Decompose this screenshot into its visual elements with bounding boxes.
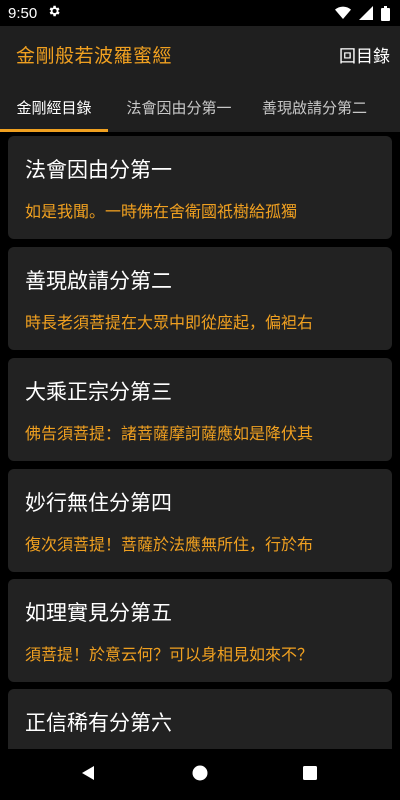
home-icon[interactable] [192,765,208,785]
navigation-bar [0,749,400,800]
chapter-title: 法會因由分第一 [25,158,172,182]
chapter-title: 善現啟請分第二 [25,269,172,293]
signal-icon [359,6,373,20]
tab-chapter-2[interactable]: 善現啟請分第二 [250,82,400,132]
app-bar: 金剛般若波羅蜜經 回目錄 [0,26,400,82]
chapter-card[interactable]: 大乘正宗分第三 佛告須菩提：諸菩薩摩訶薩應如是降伏其 [8,358,392,461]
recents-icon[interactable] [303,765,318,784]
chapter-excerpt: 如是我聞。一時佛在舍衛國祇樹給孤獨 [25,202,298,221]
chapter-excerpt: 須菩提！於意云何？可以身相見如來不？ [25,645,314,664]
chapter-card[interactable]: 善現啟請分第二 時長老須菩提在大眾中即從座起，偏袒右 [8,247,392,350]
back-icon[interactable] [80,765,96,785]
status-bar: 9:50 [0,0,400,26]
status-time: 9:50 [8,4,38,22]
tab-contents[interactable]: 金剛經目錄 [0,82,108,132]
wifi-icon [335,6,351,20]
battery-icon [381,5,390,21]
app-title: 金剛般若波羅蜜經 [16,44,173,67]
chapter-card[interactable]: 法會因由分第一 如是我聞。一時佛在舍衛國祇樹給孤獨 [8,136,392,239]
chapter-title: 正信稀有分第六 [25,711,172,735]
chapter-excerpt: 佛告須菩提：諸菩薩摩訶薩應如是降伏其 [25,424,314,443]
back-to-contents-button[interactable]: 回目錄 [331,36,390,73]
chapter-card[interactable]: 妙行無住分第四 復次須菩提！菩薩於法應無所住，行於布 [8,469,392,572]
chapter-list[interactable]: 法會因由分第一 如是我聞。一時佛在舍衛國祇樹給孤獨 善現啟請分第二 時長老須菩提… [0,132,400,749]
chapter-title: 大乘正宗分第三 [25,380,172,404]
chapter-title: 妙行無住分第四 [25,491,172,515]
tab-chapter-1[interactable]: 法會因由分第一 [108,82,250,132]
chapter-card[interactable]: 如理實見分第五 須菩提！於意云何？可以身相見如來不？ [8,579,392,682]
tab-bar: 金剛經目錄 法會因由分第一 善現啟請分第二 [0,82,400,132]
chapter-excerpt: 時長老須菩提在大眾中即從座起，偏袒右 [25,313,314,332]
chapter-excerpt: 復次須菩提！菩薩於法應無所住，行於布 [25,535,314,554]
gear-icon [47,4,61,22]
chapter-title: 如理實見分第五 [25,601,172,625]
chapter-card[interactable]: 正信稀有分第六 [8,689,392,749]
